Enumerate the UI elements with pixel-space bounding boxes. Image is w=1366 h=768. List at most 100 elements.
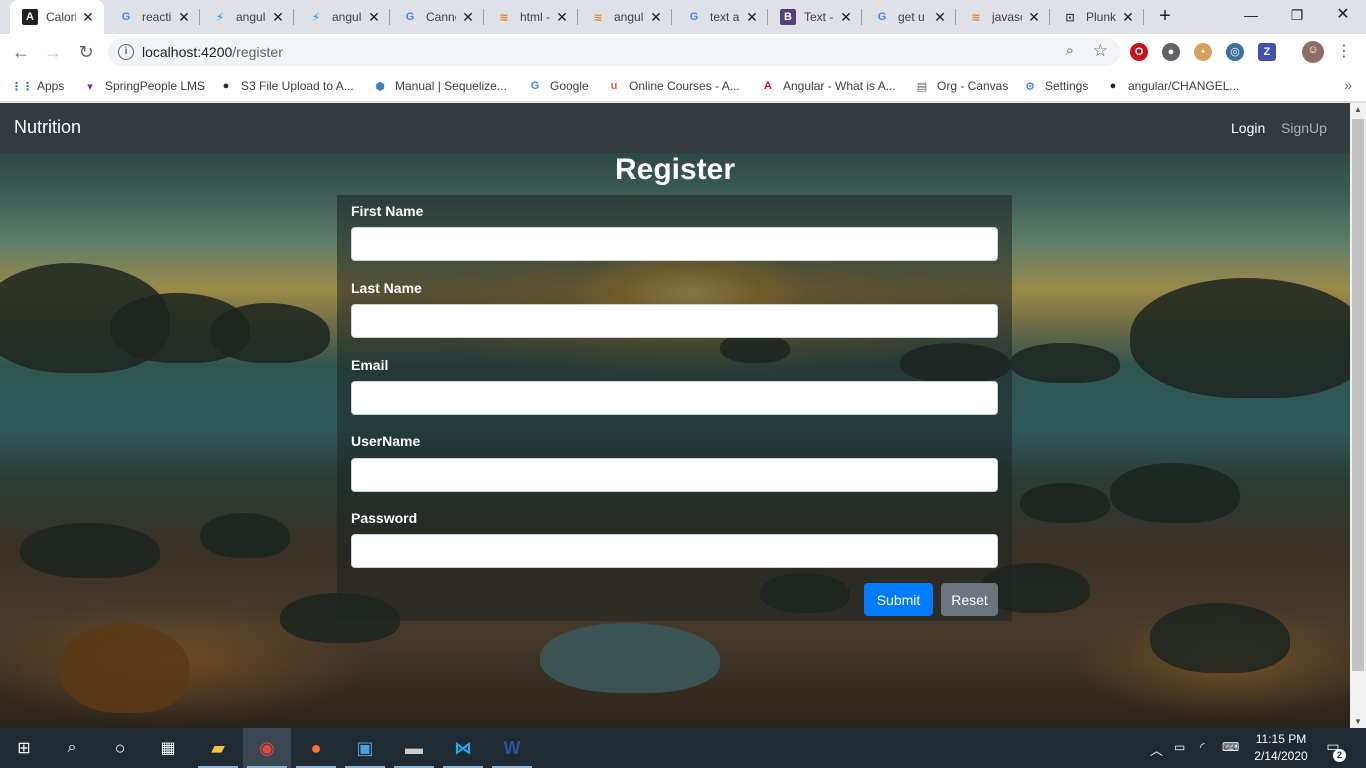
restore-button[interactable]: ❐ <box>1274 0 1320 30</box>
notification-center-icon[interactable]: ▭ 2 <box>1322 738 1346 762</box>
tab-title: reacti <box>142 10 172 24</box>
close-window-button[interactable]: ✕ <box>1320 0 1366 30</box>
bookmark-label: S3 File Upload to A... <box>241 79 354 93</box>
notification-count-badge: 2 <box>1333 749 1346 762</box>
wifi-icon[interactable]: ◜ <box>1200 740 1205 754</box>
chevron-up-icon[interactable]: ︿ <box>1150 740 1163 759</box>
browser-tab[interactable]: ⚡ angul ✕ <box>296 0 390 34</box>
bookmark-label: Manual | Sequelize... <box>395 79 507 93</box>
scroll-down-arrow-icon[interactable]: ▼ <box>1354 717 1362 726</box>
email-label: Email <box>351 357 389 373</box>
close-tab-icon[interactable]: ✕ <box>270 9 286 26</box>
close-tab-icon[interactable]: ✕ <box>554 9 570 26</box>
firefox-icon[interactable]: ● <box>292 728 340 768</box>
close-tab-icon[interactable]: ✕ <box>744 9 760 26</box>
browser-tab[interactable]: Gget u ✕ <box>862 0 956 34</box>
reload-button[interactable]: ↻ <box>74 40 98 64</box>
bolt-icon: ⚡ <box>216 11 224 24</box>
bookmark-item[interactable]: ⚙ Settings <box>1022 77 1088 95</box>
file-explorer-icon[interactable]: ▰ <box>194 728 242 768</box>
close-tab-icon[interactable]: ✕ <box>648 9 664 26</box>
cortana-icon[interactable]: ○ <box>96 728 144 768</box>
tab-title: get u <box>898 10 925 24</box>
bookmark-item[interactable]: A Angular - What is A... <box>760 77 896 95</box>
eye-extension-icon[interactable]: ◎ <box>1226 43 1244 61</box>
opera-extension-icon[interactable]: O <box>1130 43 1148 61</box>
close-tab-icon[interactable]: ✕ <box>932 9 948 26</box>
chrome-icon[interactable]: ◉ <box>243 728 291 768</box>
browser-tab[interactable]: ≋ angul ✕ <box>578 0 672 34</box>
scrollbar-thumb[interactable] <box>1352 119 1364 671</box>
browser-menu-icon[interactable]: ⋮ <box>1336 41 1352 61</box>
stackoverflow-icon: ≋ <box>971 11 981 24</box>
profile-avatar[interactable]: ☺ <box>1302 41 1324 63</box>
last-name-input[interactable] <box>351 304 998 338</box>
springpeople-icon: ▾ <box>87 80 93 93</box>
search-icon[interactable]: ⌕ <box>48 728 96 768</box>
close-tab-icon[interactable]: ✕ <box>80 9 96 26</box>
bookmark-item[interactable]: ▤ Org - Canvas <box>914 77 1009 95</box>
bookmark-item[interactable]: ● angular/CHANGEL... <box>1105 77 1240 95</box>
browser-tab[interactable]: G Canno ✕ <box>390 0 484 34</box>
minimize-button[interactable]: — <box>1228 0 1274 30</box>
search-icon[interactable]: ⌕ <box>1066 42 1074 59</box>
close-tab-icon[interactable]: ✕ <box>1026 9 1042 26</box>
system-clock[interactable]: 11:15 PM 2/14/2020 <box>1248 731 1314 765</box>
browser-tab[interactable]: Gtext a ✕ <box>674 0 768 34</box>
browser-tab[interactable]: ≋ html - ✕ <box>484 0 578 34</box>
back-button[interactable]: ← <box>9 40 33 64</box>
bolt-icon: ⚡ <box>312 11 320 24</box>
browser-tab[interactable]: B Text - ✕ <box>768 0 862 34</box>
page-viewport: Nutrition Login SignUp Register First Na… <box>0 103 1350 728</box>
vscode-icon[interactable]: ⋈ <box>439 728 487 768</box>
task-view-icon[interactable]: ▦ <box>144 728 192 768</box>
bookmark-item[interactable]: ⋮⋮ Apps <box>11 77 64 95</box>
browser-tab[interactable]: Greacti ✕ <box>106 0 200 34</box>
close-tab-icon[interactable]: ✕ <box>460 9 476 26</box>
vertical-scrollbar[interactable]: ▲ ▼ <box>1350 103 1366 728</box>
word-icon[interactable]: W <box>488 728 536 768</box>
zotero-extension-icon[interactable]: Z <box>1258 43 1276 61</box>
bookmark-item[interactable]: ⬢ Manual | Sequelize... <box>372 77 507 95</box>
windows-start-icon[interactable]: ⊞ <box>0 728 48 768</box>
username-input[interactable] <box>351 458 998 492</box>
email-input[interactable] <box>351 381 998 415</box>
first-name-input[interactable] <box>351 227 998 261</box>
browser-tab[interactable]: ⚡ angul ✕ <box>200 0 294 34</box>
bookmark-item[interactable]: ▾ SpringPeople LMS <box>82 77 205 95</box>
close-tab-icon[interactable]: ✕ <box>838 9 854 26</box>
scroll-up-arrow-icon[interactable]: ▲ <box>1354 105 1362 114</box>
nav-login-link[interactable]: Login <box>1231 120 1265 136</box>
new-tab-button[interactable]: + <box>1154 5 1176 27</box>
battery-icon[interactable]: ▭ <box>1174 740 1185 754</box>
close-tab-icon[interactable]: ✕ <box>176 9 192 26</box>
browser-tab[interactable]: ⊡ Plunk ✕ <box>1050 0 1144 34</box>
url-text[interactable]: localhost:4200/register <box>142 44 283 60</box>
forward-button[interactable]: → <box>41 40 65 64</box>
nav-signup-link[interactable]: SignUp <box>1281 120 1327 136</box>
address-bar[interactable]: i localhost:4200/register ⌕ ☆ <box>108 38 1120 66</box>
submit-button[interactable]: Submit <box>864 583 933 616</box>
password-input[interactable] <box>351 534 998 568</box>
sequelize-icon: ⬢ <box>375 80 385 93</box>
clock-date: 2/14/2020 <box>1254 749 1308 763</box>
extension-circle-icon[interactable]: ● <box>1162 43 1180 61</box>
keyboard-icon[interactable]: ⌨ <box>1222 740 1239 754</box>
bookmark-item[interactable]: ● S3 File Upload to A... <box>218 77 354 95</box>
close-tab-icon[interactable]: ✕ <box>1120 9 1136 26</box>
browser-tab[interactable]: ≋ javasc ✕ <box>956 0 1050 34</box>
google-icon: G <box>530 80 540 92</box>
bookmark-item[interactable]: G Google <box>527 77 589 95</box>
browser-tab[interactable]: A Calori ✕ <box>10 0 104 34</box>
stackoverflow-icon: ≋ <box>499 11 509 24</box>
reset-button[interactable]: Reset <box>941 583 998 616</box>
brand-link[interactable]: Nutrition <box>14 117 81 138</box>
site-info-icon[interactable]: i <box>118 44 134 60</box>
terminal-icon[interactable]: ▬ <box>390 728 438 768</box>
remote-desktop-icon[interactable]: ▣ <box>341 728 389 768</box>
bookmark-item[interactable]: u Online Courses - A... <box>606 77 740 95</box>
more-bookmarks-icon[interactable]: » <box>1344 77 1352 93</box>
cookie-extension-icon[interactable]: • <box>1194 43 1212 61</box>
bookmark-star-icon[interactable]: ☆ <box>1093 41 1108 61</box>
close-tab-icon[interactable]: ✕ <box>366 9 382 26</box>
